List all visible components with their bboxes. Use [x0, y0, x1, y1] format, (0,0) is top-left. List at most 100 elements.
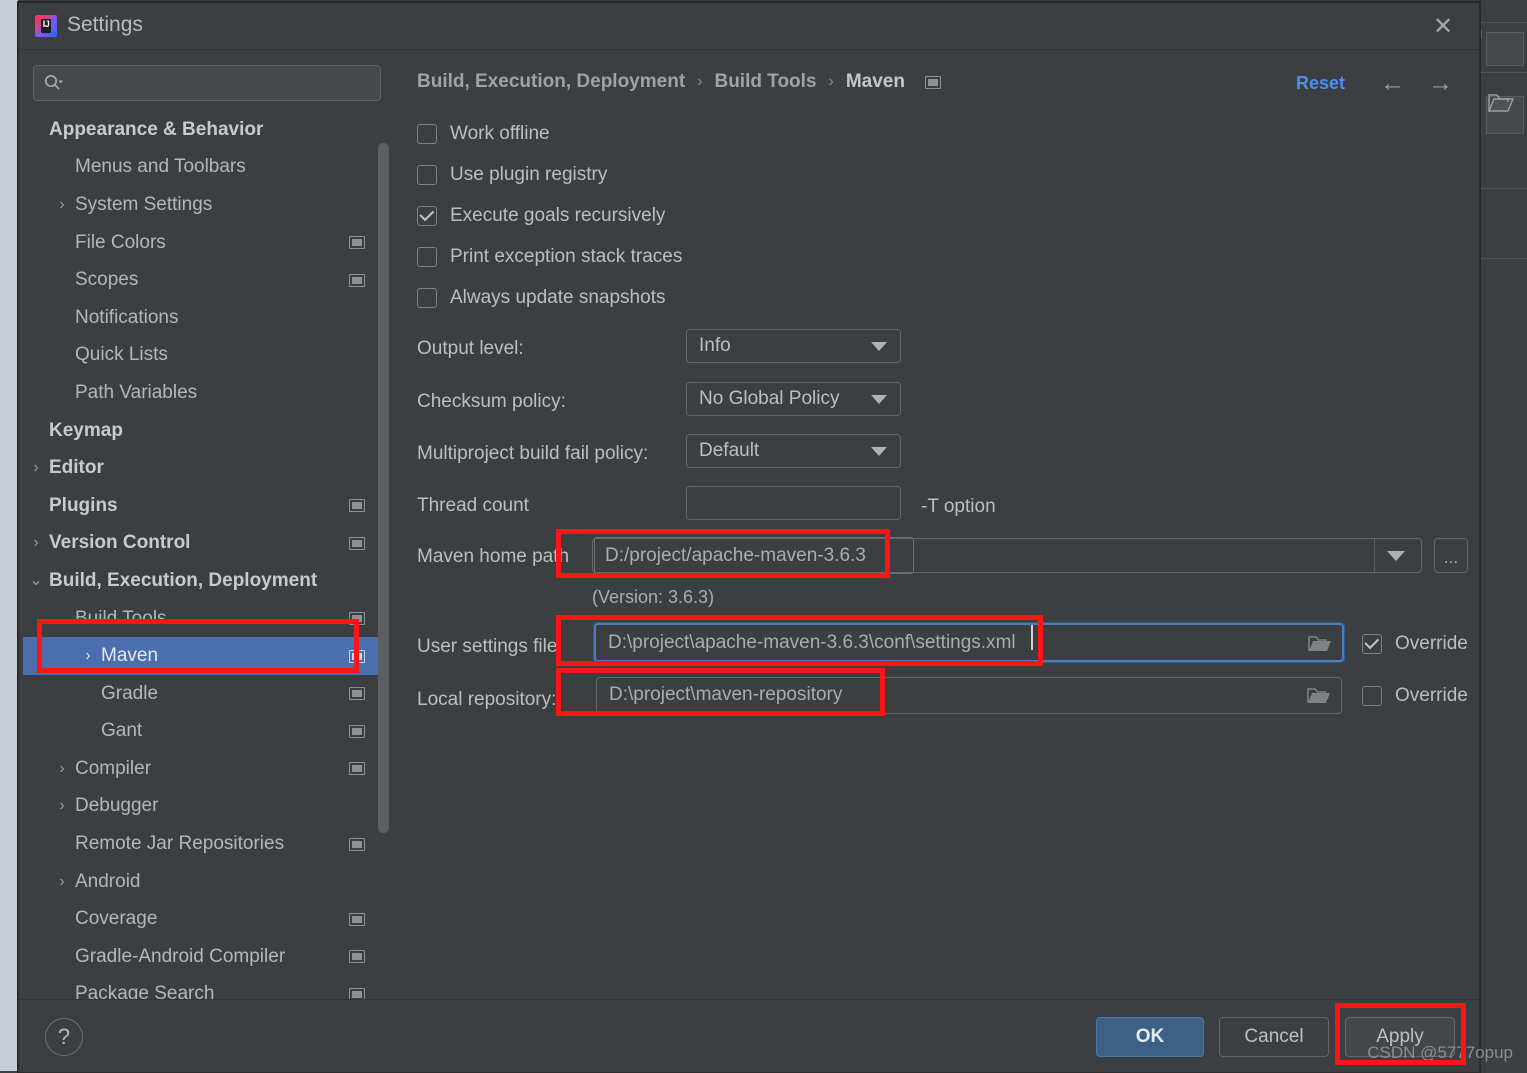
breadcrumb-part-1[interactable]: Build, Execution, Deployment: [417, 71, 685, 93]
chevron-right-icon[interactable]: ›: [79, 648, 97, 664]
breadcrumb-separator-2: ›: [828, 73, 834, 90]
multiproject-policy-label: Multiproject build fail policy:: [417, 443, 649, 464]
chevron-right-icon[interactable]: ›: [27, 460, 45, 476]
sidebar-item-label: Gant: [101, 720, 143, 742]
user-settings-value: D:\project\apache-maven-3.6.3\conf\setti…: [608, 632, 1016, 653]
local-repository-label: Local repository:: [417, 689, 557, 710]
checkbox-label: Print exception stack traces: [450, 246, 683, 267]
back-arrow-icon[interactable]: ←: [1380, 71, 1405, 96]
chevron-down-icon[interactable]: ⌄: [53, 610, 71, 627]
checkbox-print-exception-stack-traces[interactable]: [417, 247, 437, 267]
text-cursor: [1031, 625, 1033, 650]
user-settings-input[interactable]: D:\project\apache-maven-3.6.3\conf\setti…: [594, 623, 1344, 662]
checkbox-always-update-snapshots[interactable]: [417, 288, 437, 308]
dialog-footer: ? OK Cancel Apply: [19, 999, 1479, 1072]
thread-count-input[interactable]: [686, 486, 901, 520]
ok-button[interactable]: OK: [1096, 1017, 1204, 1057]
checkbox-row-execute-goals-recursively[interactable]: Execute goals recursively: [417, 205, 665, 227]
checkbox-row-always-update-snapshots[interactable]: Always update snapshots: [417, 287, 665, 309]
sidebar-item-file-colors[interactable]: File Colors: [23, 224, 389, 262]
chevron-right-icon[interactable]: ›: [53, 196, 71, 213]
sidebar-item-android[interactable]: › Android: [23, 863, 389, 901]
local-repository-override-checkbox[interactable]: [1362, 686, 1382, 706]
sidebar-item-menus-and-toolbars[interactable]: Menus and Toolbars: [23, 149, 389, 187]
output-level-label: Output level:: [417, 338, 524, 359]
maven-home-browse-button[interactable]: ...: [1434, 538, 1468, 573]
sidebar-item-appearance-behavior[interactable]: Appearance & Behavior: [23, 111, 389, 149]
sidebar-item-label: Build, Execution, Deployment: [49, 569, 318, 591]
sidebar-item-remote-jar-repositories[interactable]: Remote Jar Repositories: [23, 825, 389, 863]
sidebar-item-editor[interactable]: › Editor: [23, 449, 389, 487]
checksum-policy-label: Checksum policy:: [417, 391, 566, 412]
sidebar-item-maven[interactable]: › Maven: [23, 637, 389, 675]
sidebar-item-notifications[interactable]: Notifications: [23, 299, 389, 337]
sidebar-item-version-control[interactable]: › Version Control: [23, 525, 389, 563]
sidebar-item-build-execution-deployment[interactable]: ⌄ Build, Execution, Deployment: [23, 562, 389, 600]
reset-link[interactable]: Reset: [1296, 73, 1345, 94]
user-settings-override-row[interactable]: Override: [1362, 633, 1468, 655]
sidebar-item-label: System Settings: [75, 193, 213, 215]
sidebar-item-label: Build Tools: [75, 607, 167, 629]
user-settings-override-checkbox[interactable]: [1362, 634, 1382, 654]
checksum-policy-value: No Global Policy: [699, 388, 840, 409]
sidebar-item-coverage[interactable]: Coverage: [23, 900, 389, 938]
project-scope-icon: [349, 273, 365, 287]
dialog-title: Settings: [67, 13, 143, 36]
sidebar-item-path-variables[interactable]: Path Variables: [23, 374, 389, 412]
sidebar-item-plugins[interactable]: Plugins: [23, 487, 389, 525]
checkbox-row-work-offline[interactable]: Work offline: [417, 123, 550, 145]
sidebar-item-label: Path Variables: [75, 381, 198, 403]
ide-background-tool-panel: [1478, 10, 1527, 1071]
checkbox-execute-goals-recursively[interactable]: [417, 206, 437, 226]
checkbox-row-print-exception-stack-traces[interactable]: Print exception stack traces: [417, 246, 682, 268]
project-scope-icon: [349, 724, 365, 738]
checkbox-work-offline[interactable]: [417, 124, 437, 144]
chevron-down-icon[interactable]: ⌄: [27, 572, 45, 589]
breadcrumb-separator-1: ›: [697, 73, 703, 90]
settings-dialog: IJ Settings ✕ Appearance & Behavior Menus…: [18, 2, 1480, 1073]
chevron-down-icon: [1387, 551, 1405, 561]
search-input[interactable]: [33, 65, 381, 101]
forward-arrow-icon[interactable]: →: [1428, 71, 1453, 96]
search-field[interactable]: [70, 70, 370, 98]
chevron-right-icon[interactable]: ›: [53, 760, 71, 777]
sidebar-item-keymap[interactable]: Keymap: [23, 412, 389, 450]
close-icon[interactable]: ✕: [1419, 9, 1467, 43]
checkbox-use-plugin-registry[interactable]: [417, 165, 437, 185]
multiproject-policy-select[interactable]: Default: [686, 434, 901, 468]
sidebar-item-quick-lists[interactable]: Quick Lists: [23, 337, 389, 375]
project-scope-icon: [349, 912, 365, 926]
settings-category-tree[interactable]: Appearance & Behavior Menus and Toolbars ›…: [23, 111, 389, 999]
logo-text: IJ: [40, 19, 52, 33]
folder-icon: [1487, 94, 1515, 112]
sidebar-item-scopes[interactable]: Scopes: [23, 261, 389, 299]
project-scope-icon: [349, 987, 365, 999]
chevron-right-icon[interactable]: ›: [53, 873, 71, 890]
cancel-button[interactable]: Cancel: [1219, 1017, 1329, 1057]
sidebar-item-package-search[interactable]: Package Search: [23, 976, 389, 999]
help-button[interactable]: ?: [45, 1018, 83, 1056]
chevron-right-icon[interactable]: ›: [53, 798, 71, 814]
sidebar-item-debugger[interactable]: › Debugger: [23, 788, 389, 826]
sidebar-item-gradle[interactable]: Gradle: [23, 675, 389, 713]
local-repository-override-row[interactable]: Override: [1362, 685, 1468, 707]
local-repository-input[interactable]: D:\project\maven-repository: [596, 677, 1342, 714]
sidebar-item-gradle-android-compiler[interactable]: Gradle-Android Compiler: [23, 938, 389, 976]
user-settings-override-label: Override: [1395, 633, 1468, 654]
sidebar-item-compiler[interactable]: › Compiler: [23, 750, 389, 788]
breadcrumb-part-2[interactable]: Build Tools: [714, 71, 816, 93]
sidebar-item-gant[interactable]: Gant: [23, 713, 389, 751]
sidebar-item-build-tools[interactable]: ⌄ Build Tools: [23, 600, 389, 638]
thread-count-label: Thread count: [417, 495, 529, 516]
checkbox-row-use-plugin-registry[interactable]: Use plugin registry: [417, 164, 607, 186]
checksum-policy-select[interactable]: No Global Policy: [686, 382, 901, 416]
intellij-logo-icon: IJ: [35, 15, 57, 37]
browse-folder-icon[interactable]: [1307, 634, 1333, 654]
sidebar-item-label: Quick Lists: [75, 344, 168, 366]
output-level-select[interactable]: Info: [686, 329, 901, 363]
sidebar-item-system-settings[interactable]: › System Settings: [23, 186, 389, 224]
sidebar-scrollbar[interactable]: [378, 143, 389, 833]
browse-folder-icon[interactable]: [1306, 686, 1332, 706]
chevron-right-icon[interactable]: ›: [27, 535, 45, 551]
sidebar-item-label: Package Search: [75, 983, 215, 999]
